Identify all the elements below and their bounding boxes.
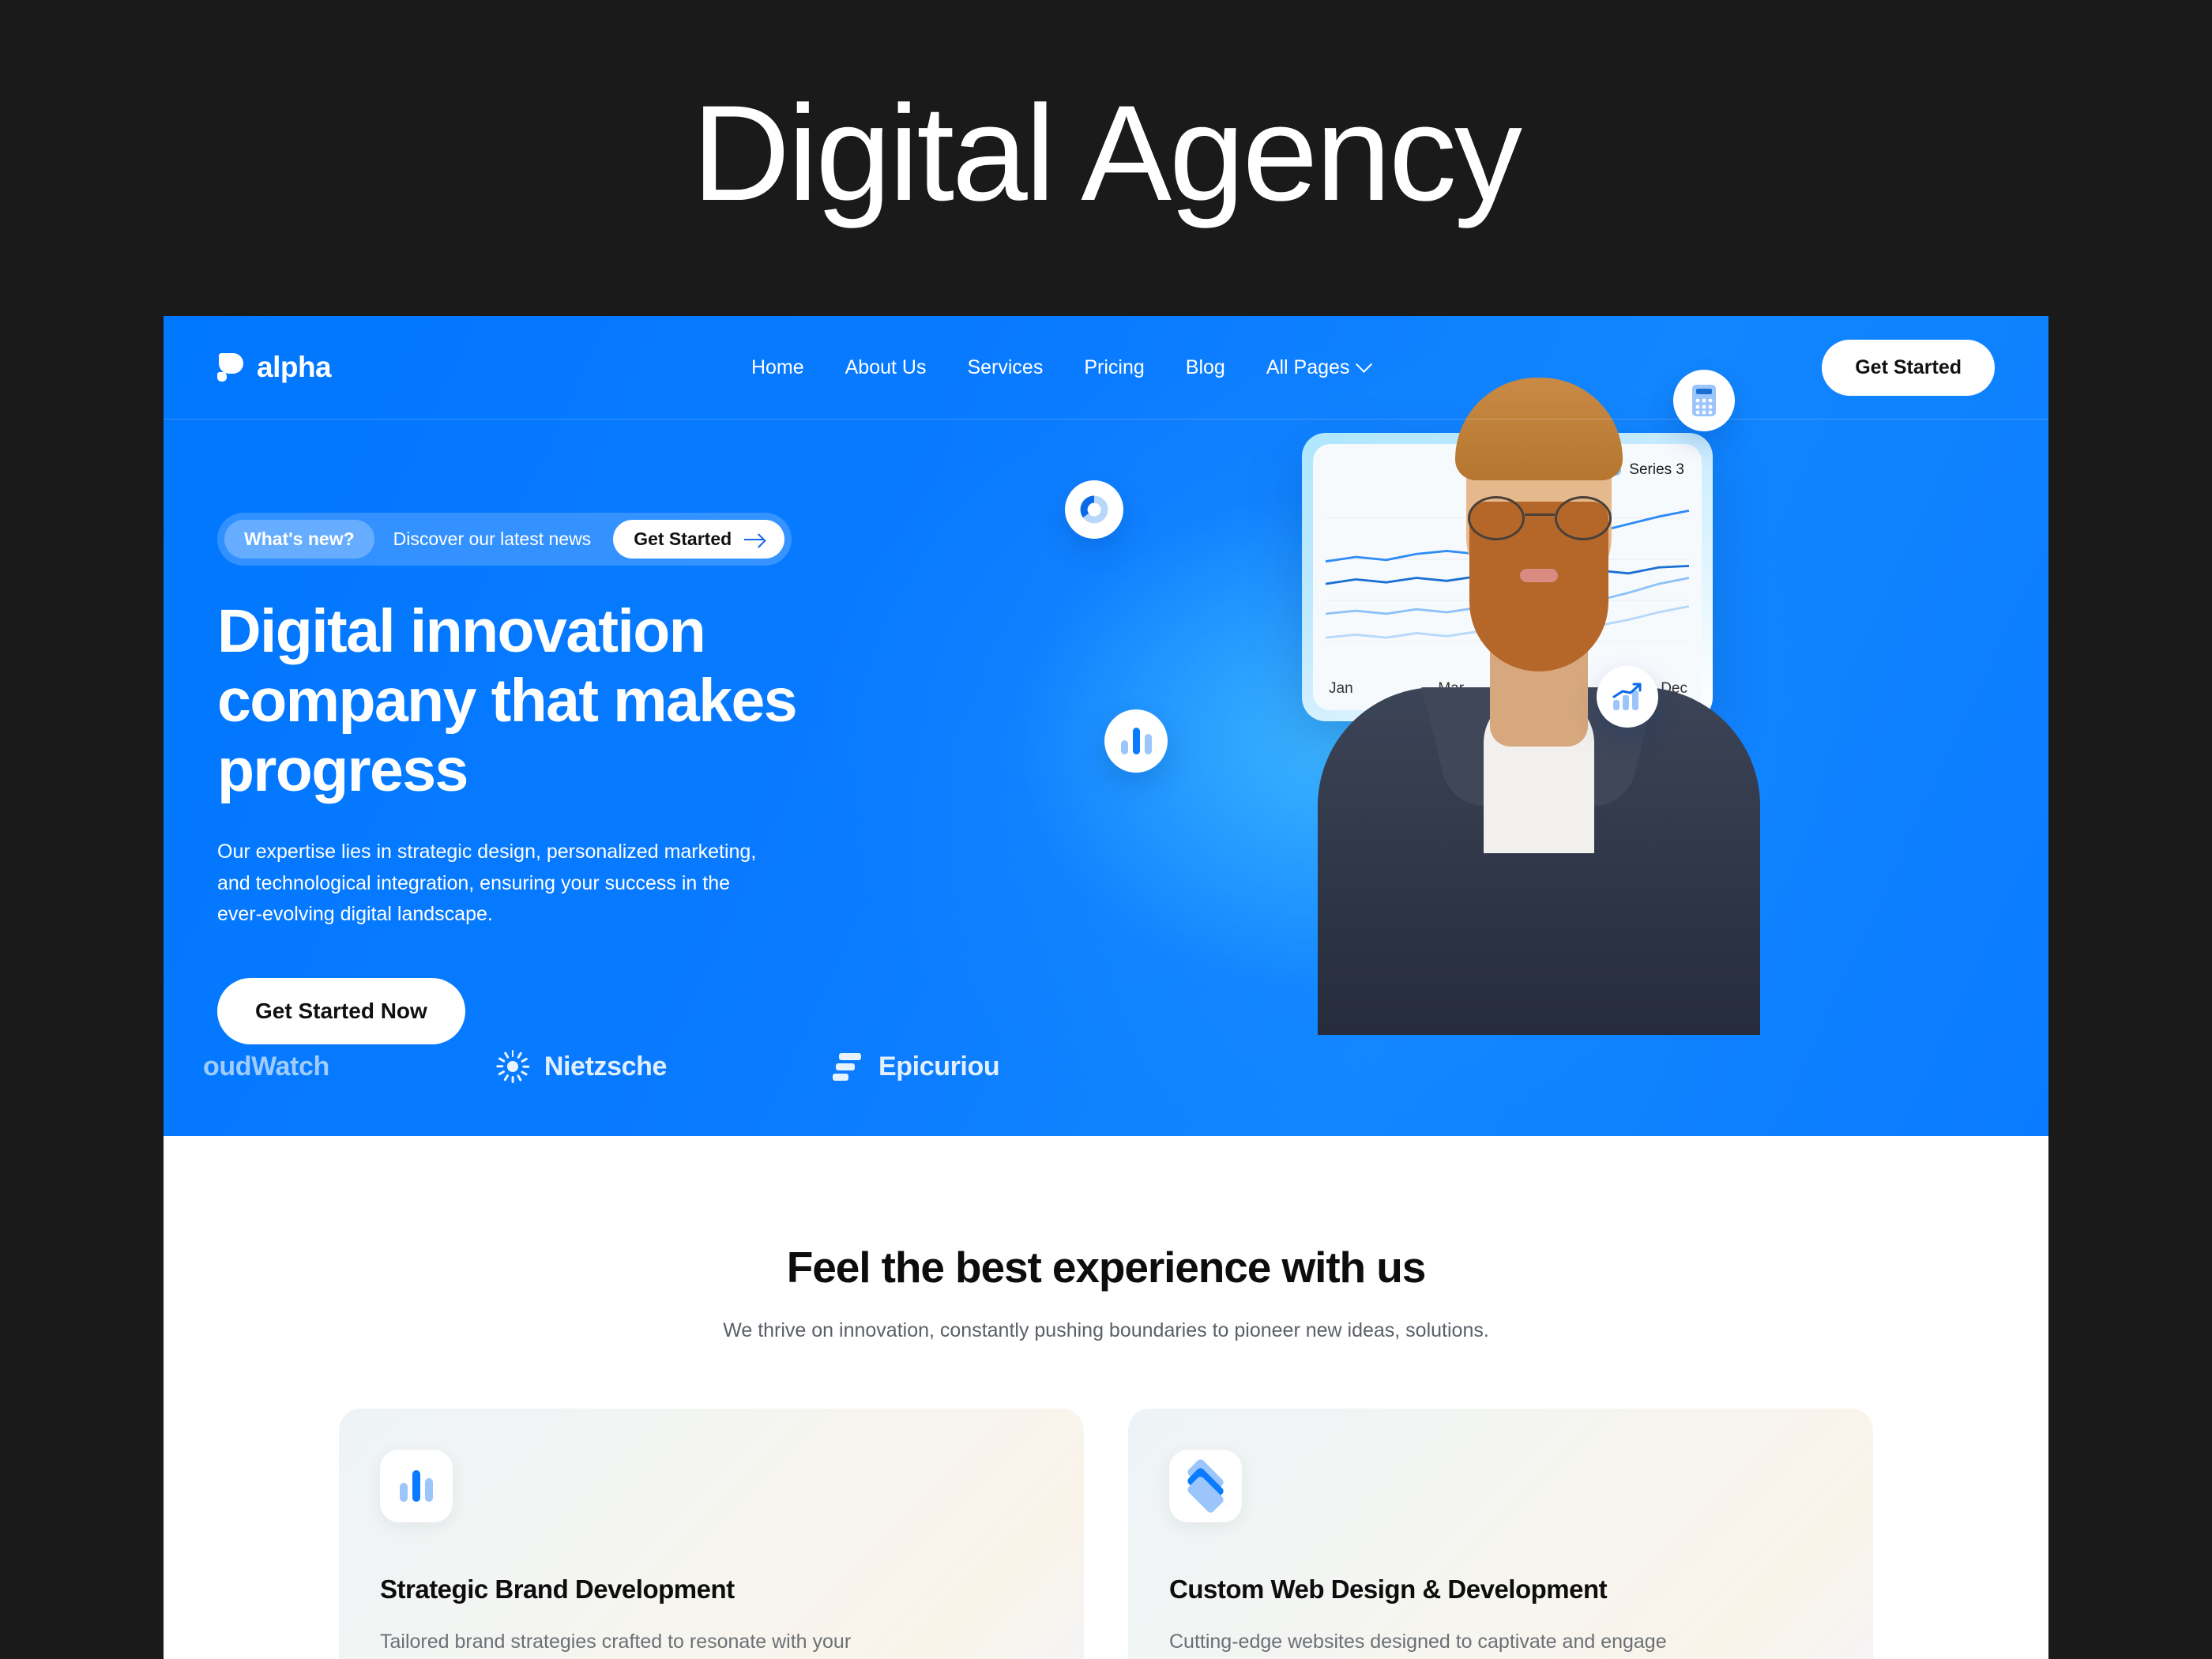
- announcement-text: Discover our latest news: [393, 529, 592, 549]
- nav-item-all-pages-label: All Pages: [1266, 356, 1350, 378]
- page-title: Digital Agency: [692, 77, 1522, 229]
- feature-card-title: Strategic Brand Development: [380, 1574, 735, 1604]
- features-section: Feel the best experience with us We thri…: [164, 1136, 2048, 1659]
- partner-logo-epicurious-label: Epicuriou: [878, 1051, 1000, 1082]
- features-heading: Feel the best experience with us: [786, 1243, 1427, 1292]
- announcement-badge: What's new?: [224, 520, 374, 559]
- arrow-right-icon: [744, 533, 765, 546]
- brand-logo[interactable]: alpha: [217, 351, 332, 384]
- announcement-get-started-button[interactable]: Get Started: [613, 520, 785, 559]
- announcement-cta-label: Get Started: [634, 529, 732, 549]
- hero-copy: What's new? Discover our latest news Get…: [217, 419, 1110, 1044]
- hero-body: What's new? Discover our latest news Get…: [164, 419, 2048, 1044]
- partner-logo-cloudwatch-label: oudWatch: [203, 1051, 329, 1082]
- feature-card-list: Strategic Brand Development Tailored bra…: [164, 1409, 2048, 1659]
- nav-item-services[interactable]: Services: [967, 356, 1043, 379]
- partner-logo-nietzsche: Nietzsche: [495, 1049, 667, 1084]
- speech-bubble-logo-icon: [217, 353, 244, 382]
- feature-card-body: Tailored brand strategies crafted to res…: [380, 1631, 852, 1653]
- features-lead: We thrive on innovation, constantly push…: [723, 1319, 1489, 1341]
- sunburst-icon: [495, 1049, 530, 1084]
- nav-item-home[interactable]: Home: [751, 356, 804, 379]
- hero-title: Digital innovation company that makes pr…: [217, 597, 798, 804]
- hero-section: alpha Home About Us Services Pricing Blo…: [164, 316, 2048, 1136]
- feature-card-body: Cutting-edge websites designed to captiv…: [1169, 1631, 1667, 1653]
- navbar: alpha Home About Us Services Pricing Blo…: [164, 316, 2048, 419]
- partner-logo-cloudwatch: oudWatch: [203, 1051, 329, 1082]
- bar-chart-icon: [380, 1450, 453, 1522]
- feature-card-strategic-brand-development[interactable]: Strategic Brand Development Tailored bra…: [339, 1409, 1084, 1659]
- announcement-pill[interactable]: What's new? Discover our latest news Get…: [217, 513, 792, 566]
- hero-subtitle: Our expertise lies in strategic design, …: [217, 841, 757, 926]
- nav-item-about-us[interactable]: About Us: [845, 356, 927, 379]
- chevron-down-icon: [1356, 356, 1373, 373]
- feature-card-custom-web-design-development[interactable]: Custom Web Design & Development Cutting-…: [1128, 1409, 1873, 1659]
- chat-stack-icon: [833, 1049, 864, 1084]
- nav-item-blog[interactable]: Blog: [1186, 356, 1225, 379]
- partner-logo-epicurious: Epicuriou: [833, 1049, 1000, 1084]
- partner-logo-marquee: oudWatch Nietzsche Epicuriou: [164, 1031, 2048, 1102]
- navbar-get-started-button[interactable]: Get Started: [1822, 339, 1995, 396]
- nav-item-pricing[interactable]: Pricing: [1084, 356, 1144, 379]
- website-preview-frame: alpha Home About Us Services Pricing Blo…: [164, 316, 2048, 1659]
- layers-icon: [1169, 1450, 1242, 1522]
- brand-name: alpha: [257, 351, 332, 383]
- partner-logo-nietzsche-label: Nietzsche: [544, 1051, 668, 1082]
- nav-item-all-pages[interactable]: All Pages: [1266, 356, 1373, 379]
- nav-links: Home About Us Services Pricing Blog All …: [751, 356, 1402, 379]
- feature-card-title: Custom Web Design & Development: [1169, 1574, 1608, 1604]
